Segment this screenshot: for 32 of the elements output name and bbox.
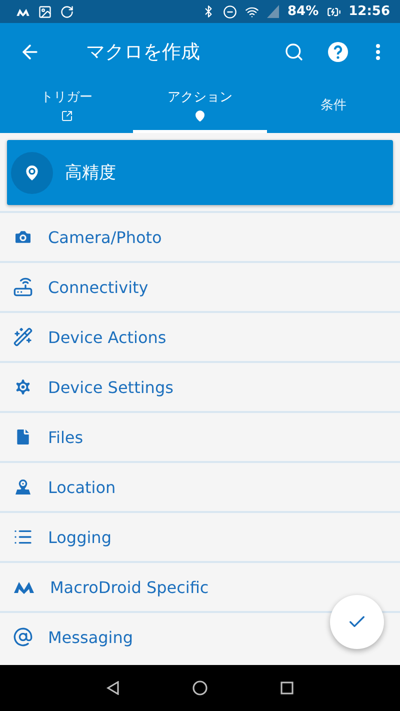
card-title: 高精度 [65, 162, 116, 184]
do-not-disturb-icon [223, 4, 238, 18]
tab[interactable]: 条件 [266, 80, 400, 133]
tab[interactable]: トリガー [0, 80, 134, 133]
home-nav-icon[interactable] [192, 680, 208, 696]
clock: 12:56 [348, 4, 390, 19]
app-title: マクロを作成 [86, 40, 200, 64]
back-nav-icon[interactable] [106, 681, 120, 695]
category-item[interactable]: Files [0, 411, 400, 461]
external-link-icon [60, 110, 73, 122]
wifi-icon [245, 4, 260, 18]
m-logo-icon [13, 580, 35, 594]
router-icon [13, 277, 33, 297]
category-item[interactable]: Location [0, 461, 400, 511]
gear-icon [13, 377, 33, 397]
rotate-icon [60, 4, 74, 18]
signal-icon [267, 5, 280, 18]
category-item[interactable]: Device Settings [0, 361, 400, 411]
category-item[interactable]: Camera/Photo [0, 211, 400, 261]
category-item[interactable]: Device Actions [0, 311, 400, 361]
help-icon [327, 40, 349, 62]
at-sign-icon [13, 627, 33, 647]
more-icon [376, 44, 380, 60]
magic-wand-icon [13, 327, 33, 347]
search-icon [284, 42, 304, 62]
recents-nav-icon[interactable] [280, 681, 294, 695]
tab[interactable]: アクション [133, 80, 267, 133]
image-icon [38, 4, 52, 18]
category-item[interactable]: Logging [0, 511, 400, 561]
battery-percent: 84% [287, 4, 319, 19]
category-item[interactable]: Connectivity [0, 261, 400, 311]
m-logo-icon [16, 6, 30, 16]
